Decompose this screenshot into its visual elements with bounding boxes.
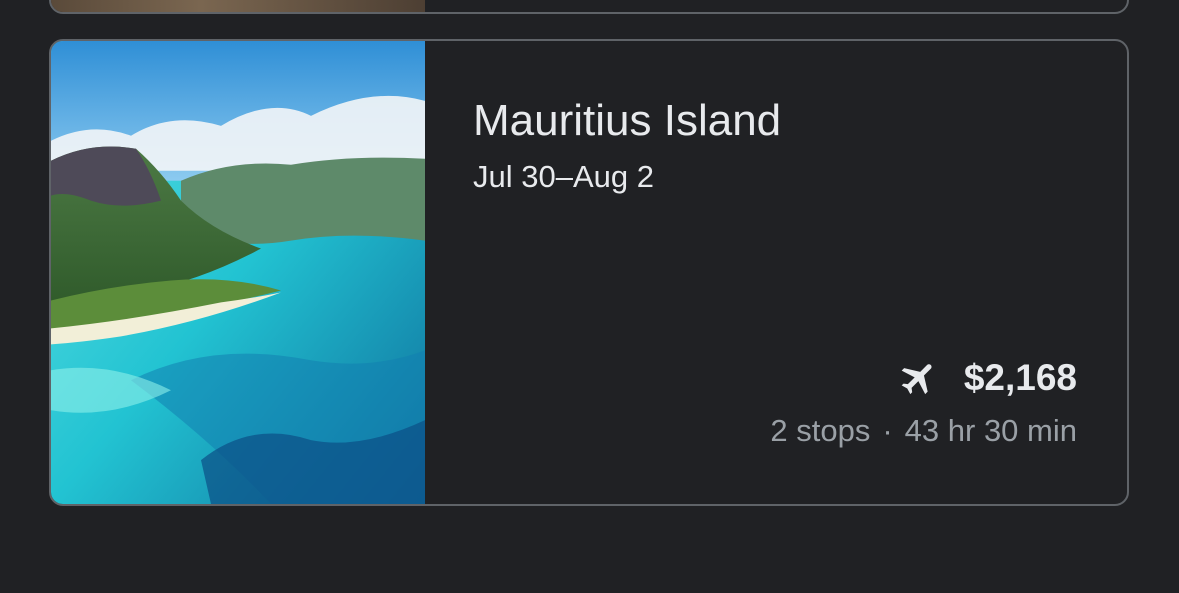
destination-title: Mauritius Island — [473, 96, 782, 145]
flight-price: $2,168 — [963, 357, 1077, 398]
destination-image — [51, 41, 425, 504]
trip-dates: Jul 30–Aug 2 — [473, 159, 654, 194]
stops-count: 2 stops — [770, 413, 871, 448]
price-row: $2,168 — [898, 357, 1077, 399]
destination-card[interactable]: Mauritius Island Jul 30–Aug 2 $2,168 2 s… — [49, 39, 1129, 506]
flight-duration: 43 hr 30 min — [904, 413, 1077, 448]
separator-dot: · — [882, 413, 893, 448]
airplane-icon — [898, 357, 940, 399]
destination-card-previous[interactable] — [49, 0, 1129, 14]
flight-details: 2 stops · 43 hr 30 min — [770, 413, 1077, 449]
destination-image — [51, 0, 425, 12]
